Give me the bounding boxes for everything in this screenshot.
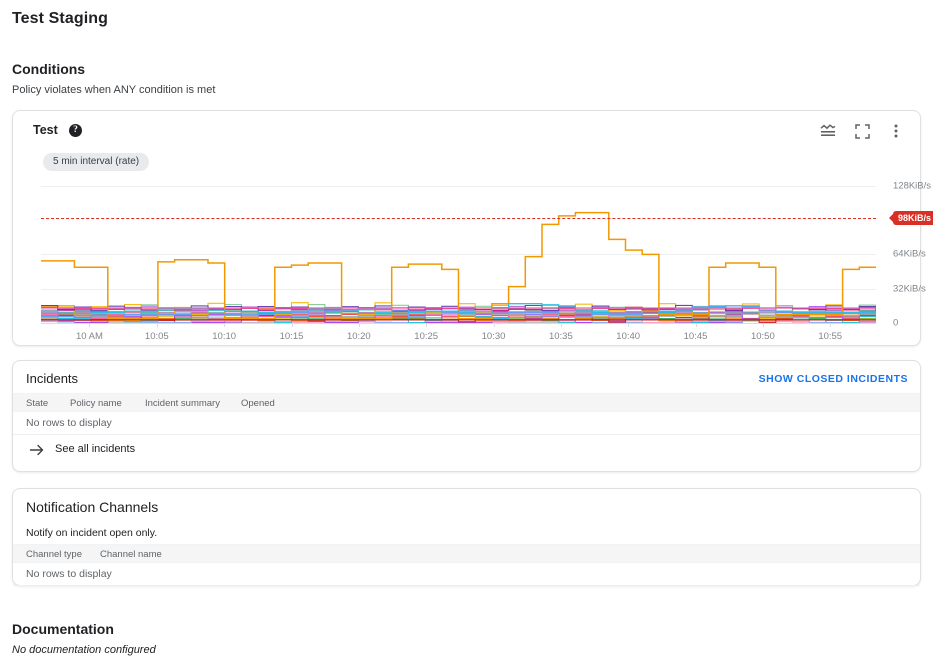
chart-series <box>41 211 876 323</box>
x-axis-label: 10:55 <box>818 331 843 342</box>
column-header: Channel name <box>100 549 162 560</box>
x-axis-tick <box>560 323 562 327</box>
column-header: State <box>26 398 49 409</box>
threshold-line <box>41 218 876 219</box>
documentation-heading: Documentation <box>12 621 114 637</box>
y-axis-label: 128KiB/s <box>893 180 932 192</box>
see-all-incidents-label: See all incidents <box>55 443 136 455</box>
x-axis-label: 10 AM <box>76 331 103 342</box>
x-axis <box>41 323 876 324</box>
chart-header: Test ? <box>13 111 920 149</box>
x-axis-tick <box>695 323 697 327</box>
arrow-right-icon <box>29 442 45 458</box>
chart-canvas[interactable]: 0 32KiB/s 64KiB/s 128KiB/s 10 AM 10:05 10:10 10… <box>41 173 933 342</box>
help-icon[interactable]: ? <box>69 124 82 137</box>
page-title: Test Staging <box>12 10 109 27</box>
y-axis-label: 64KiB/s <box>893 248 926 260</box>
column-header: Policy name <box>70 398 122 409</box>
column-header: Opened <box>241 398 275 409</box>
incidents-table-header: State Policy name Incident summary Opened <box>13 393 920 412</box>
x-axis-tick <box>426 323 428 327</box>
x-axis-label: 10:30 <box>481 331 506 342</box>
conditions-heading: Conditions <box>12 61 86 77</box>
x-axis-label: 10:15 <box>279 331 304 342</box>
y-axis-label: 0 <box>893 317 899 329</box>
x-axis-tick <box>291 323 293 327</box>
x-axis-tick <box>89 323 91 327</box>
policy-detail-page: Test Staging Conditions Policy violates … <box>0 0 933 664</box>
notification-channels-card: Notification Channels Notify on incident… <box>12 488 921 586</box>
x-axis-tick <box>224 323 226 327</box>
x-axis-label: 10:35 <box>548 331 573 342</box>
column-header: Channel type <box>26 549 82 560</box>
incidents-header: Incidents SHOW CLOSED INCIDENTS <box>13 361 920 393</box>
incidents-card: Incidents SHOW CLOSED INCIDENTS State Pol… <box>12 360 921 472</box>
channels-empty-text: No rows to display <box>26 568 112 580</box>
x-axis-tick <box>762 323 764 327</box>
x-axis-label: 10:40 <box>616 331 641 342</box>
incidents-empty-text: No rows to display <box>26 417 112 429</box>
chart-title: Test <box>33 123 58 137</box>
incidents-empty-row: No rows to display <box>13 412 920 435</box>
notification-channels-heading: Notification Channels <box>26 499 159 515</box>
x-axis-tick <box>628 323 630 327</box>
x-axis-label: 10:10 <box>212 331 237 342</box>
channels-empty-row: No rows to display <box>13 563 920 586</box>
see-all-incidents-row[interactable]: See all incidents <box>13 435 920 464</box>
incidents-heading: Incidents <box>26 371 79 386</box>
chart-actions <box>818 121 906 141</box>
x-axis-label: 10:45 <box>683 331 708 342</box>
fullscreen-icon[interactable] <box>852 121 872 141</box>
interval-chip[interactable]: 5 min interval (rate) <box>43 153 150 171</box>
x-axis-tick <box>156 323 158 327</box>
show-closed-incidents-link[interactable]: SHOW CLOSED INCIDENTS <box>759 373 908 385</box>
chart-plot-area: 0 32KiB/s 64KiB/s 128KiB/s 10 AM 10:05 10:10 10… <box>29 173 933 342</box>
x-axis-tick <box>358 323 360 327</box>
conditions-subtitle: Policy violates when ANY condition is me… <box>12 84 216 96</box>
y-axis-label: 32KiB/s <box>893 283 926 295</box>
x-axis-label: 10:25 <box>414 331 439 342</box>
column-header: Incident summary <box>145 398 220 409</box>
x-axis-label: 10:05 <box>144 331 169 342</box>
x-axis-tick <box>830 323 832 327</box>
threshold-badge[interactable]: 98KiB/s <box>893 211 933 225</box>
condition-card: Test ? 5 min interval (rate) 0 32KiB/s 6… <box>12 110 933 346</box>
chart-style-icon[interactable] <box>818 121 838 141</box>
x-axis-tick <box>493 323 495 327</box>
more-vert-icon[interactable] <box>886 121 906 141</box>
documentation-body: No documentation configured <box>12 644 156 656</box>
x-axis-label: 10:20 <box>346 331 371 342</box>
notify-note: Notify on incident open only. <box>26 527 158 539</box>
x-axis-label: 10:50 <box>750 331 775 342</box>
channels-table-header: Channel type Channel name <box>13 544 920 563</box>
